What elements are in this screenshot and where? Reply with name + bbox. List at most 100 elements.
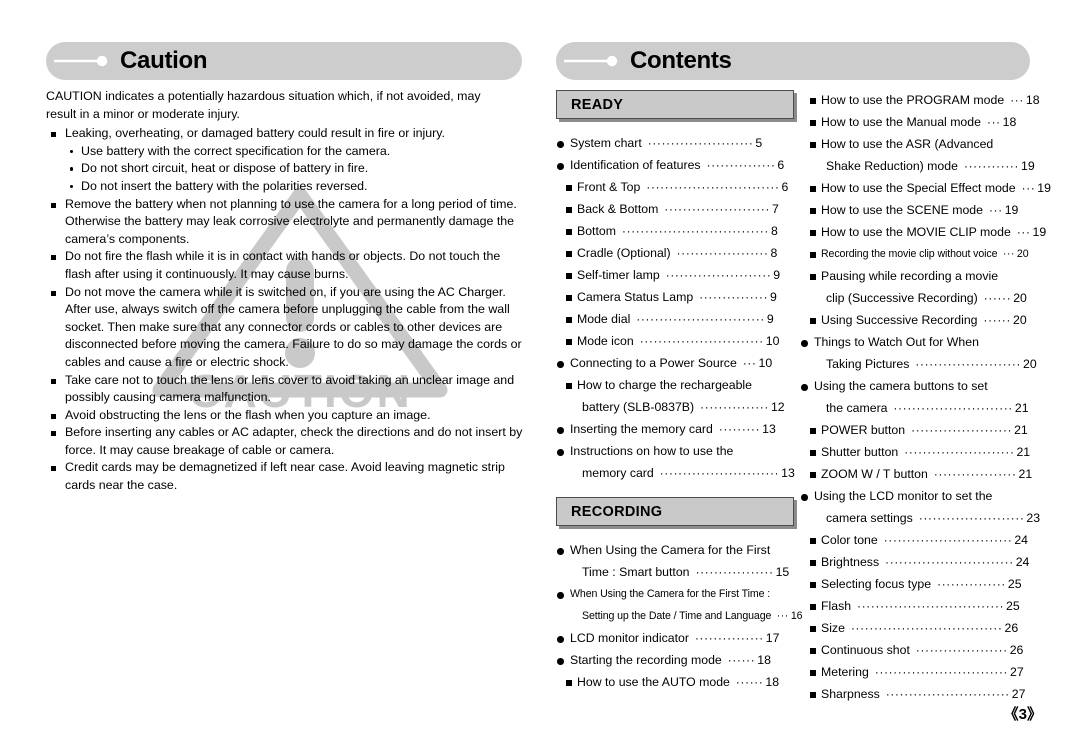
- toc-entry[interactable]: Color tone ···························· 2…: [800, 529, 1050, 551]
- toc-entry-label: Taking Pictures: [826, 357, 910, 371]
- toc-entry[interactable]: Using the LCD monitor to set the: [800, 485, 1050, 507]
- toc-entry[interactable]: Flash ································ 25: [800, 595, 1050, 617]
- toc-entry[interactable]: When Using the Camera for the First: [556, 539, 796, 561]
- toc-entry-label: Time : Smart button: [582, 565, 690, 579]
- toc-entry[interactable]: Time : Smart button ················· 15: [556, 561, 796, 583]
- toc-entry-page: 26: [1004, 621, 1019, 635]
- toc-entry[interactable]: Shutter button ························ 2…: [800, 441, 1050, 463]
- leader-dots: ···························: [881, 687, 1010, 701]
- toc-entry[interactable]: Taking Pictures ······················· 2…: [800, 353, 1050, 375]
- leader-dots: ······: [731, 675, 764, 689]
- leader-dots: ···: [1012, 225, 1031, 239]
- square-bullet-icon: [810, 428, 816, 434]
- caution-list-item-text: Remove the battery when not planning to …: [65, 196, 517, 246]
- toc-entry-page: 21: [1018, 467, 1033, 481]
- caution-sub-list-item: Use battery with the correct specificati…: [46, 143, 528, 161]
- square-bullet-icon: [566, 251, 572, 257]
- toc-entry-label: Front & Top: [577, 180, 641, 194]
- toc-entry[interactable]: How to use the PROGRAM mode ··· 18: [800, 89, 1050, 111]
- toc-entry[interactable]: Things to Watch Out for When: [800, 331, 1050, 353]
- square-bullet-icon: [566, 273, 572, 279]
- toc-entry[interactable]: Camera Status Lamp ··············· 9: [556, 286, 796, 308]
- toc-entry[interactable]: Selecting focus type ··············· 25: [800, 573, 1050, 595]
- toc-entry[interactable]: Pausing while recording a movie: [800, 265, 1050, 287]
- toc-entry[interactable]: Connecting to a Power Source ··· 10: [556, 352, 796, 374]
- toc-entry[interactable]: camera settings ······················· 2…: [800, 507, 1050, 529]
- toc-entry-label: Size: [821, 621, 845, 635]
- toc-entry-label: POWER button: [821, 423, 906, 437]
- leader-dots: ···: [773, 610, 789, 622]
- toc-entry-label: Camera Status Lamp: [577, 290, 694, 304]
- toc-entry-label: Mode icon: [577, 334, 634, 348]
- page-number: 《3》: [1003, 706, 1042, 723]
- toc-entry[interactable]: Self-timer lamp ······················· 9: [556, 264, 796, 286]
- caution-list-item-text: Do not move the camera while it is switc…: [65, 284, 522, 369]
- leader-dots: ······················: [907, 423, 1013, 437]
- toc-entry[interactable]: POWER button ······················ 21: [800, 419, 1050, 441]
- toc-entry[interactable]: Shake Reduction) mode ············ 19: [800, 155, 1050, 177]
- toc-entry-label: camera settings: [826, 511, 913, 525]
- toc-entry[interactable]: How to use the Manual mode ··· 18: [800, 111, 1050, 133]
- toc-entry[interactable]: Starting the recording mode ······ 18: [556, 649, 796, 671]
- toc-entry[interactable]: Back & Bottom ······················· 7: [556, 198, 796, 220]
- caution-sub-list-item: Do not insert the battery with the polar…: [46, 178, 528, 196]
- square-bullet-icon: [566, 295, 572, 301]
- toc-entry[interactable]: memory card ·························· 13: [556, 462, 796, 484]
- toc-entry[interactable]: the camera ·························· 21: [800, 397, 1050, 419]
- toc-entry[interactable]: Setting up the Date / Time and Language …: [556, 605, 803, 627]
- leader-dots: ························: [900, 445, 1015, 459]
- toc-entry[interactable]: battery (SLB-0837B) ··············· 12: [556, 396, 796, 418]
- circle-bullet-icon: [557, 163, 564, 170]
- toc-entry-label: How to use the AUTO mode: [577, 675, 730, 689]
- square-bullet-icon: [566, 185, 572, 191]
- toc-entry[interactable]: LCD monitor indicator ··············· 17: [556, 627, 796, 649]
- square-bullet-icon: [566, 207, 572, 213]
- leader-dots: ·····························: [870, 665, 1009, 679]
- toc-entry[interactable]: How to use the SCENE mode ··· 19: [800, 199, 1050, 221]
- toc-entry[interactable]: Size ································· 26: [800, 617, 1050, 639]
- toc-entry[interactable]: Sharpness ··························· 27: [800, 683, 1050, 705]
- toc-entry-label: Identification of features: [570, 158, 701, 172]
- toc-entry[interactable]: Using Successive Recording ······ 20: [800, 309, 1050, 331]
- caution-list-item-text: Before inserting any cables or AC adapte…: [65, 425, 523, 457]
- toc-entry[interactable]: Inserting the memory card ········· 13: [556, 418, 796, 440]
- toc-group-ready: READY: [556, 90, 794, 119]
- toc-entry[interactable]: Mode dial ···························· 9: [556, 308, 796, 330]
- toc-entry[interactable]: How to use the ASR (Advanced: [800, 133, 1050, 155]
- toc-entry[interactable]: Bottom ································ 8: [556, 220, 796, 242]
- toc-entry[interactable]: How to use the MOVIE CLIP mode ··· 19: [800, 221, 1050, 243]
- toc-entry[interactable]: How to charge the rechargeable: [556, 374, 796, 396]
- toc-entry-page: 25: [1007, 577, 1022, 591]
- toc-entry[interactable]: Identification of features ·············…: [556, 154, 796, 176]
- toc-entry[interactable]: ZOOM W / T button ·················· 21: [800, 463, 1050, 485]
- toc-entry[interactable]: Continuous shot ···················· 26: [800, 639, 1050, 661]
- toc-entry[interactable]: Instructions on how to use the: [556, 440, 796, 462]
- toc-entry[interactable]: How to use the AUTO mode ······ 18: [556, 671, 796, 693]
- toc-entry[interactable]: Metering ····························· 27: [800, 661, 1050, 683]
- toc-entry[interactable]: Mode icon ··························· 10: [556, 330, 796, 352]
- toc-entry[interactable]: System chart ······················· 5: [556, 132, 796, 154]
- toc-entry[interactable]: Brightness ···························· 2…: [800, 551, 1050, 573]
- toc-entry[interactable]: clip (Successive Recording) ······ 20: [800, 287, 1050, 309]
- toc-entry-page: 20: [1013, 291, 1027, 305]
- leader-dots: ···············: [702, 158, 776, 172]
- toc-entry[interactable]: When Using the Camera for the First Time…: [556, 583, 796, 605]
- leader-dots: ···························: [635, 334, 764, 348]
- leader-dots: ···: [738, 356, 757, 370]
- circle-bullet-icon: [557, 449, 564, 456]
- toc-entry[interactable]: Cradle (Optional) ···················· 8: [556, 242, 796, 264]
- toc-entry-page: 25: [1006, 599, 1020, 613]
- leader-dots: ···············: [933, 577, 1006, 591]
- toc-group-ready-label: READY: [571, 96, 624, 113]
- toc-entry-page: 7: [771, 202, 779, 216]
- leader-dots: ··················: [929, 467, 1017, 481]
- circle-bullet-icon: [557, 361, 564, 368]
- toc-entry[interactable]: How to use the Special Effect mode ··· 19: [800, 177, 1051, 199]
- toc-entry[interactable]: Front & Top ····························…: [556, 176, 796, 198]
- caution-list-item-text: Take care not to touch the lens or lens …: [65, 372, 515, 405]
- toc-entry[interactable]: Recording the movie clip without voice ·…: [800, 243, 1050, 265]
- toc-entry-page: 24: [1015, 555, 1030, 569]
- toc-entry[interactable]: Using the camera buttons to set: [800, 375, 1050, 397]
- toc-entry-label: Shutter button: [821, 445, 899, 459]
- circle-bullet-icon: [557, 427, 564, 434]
